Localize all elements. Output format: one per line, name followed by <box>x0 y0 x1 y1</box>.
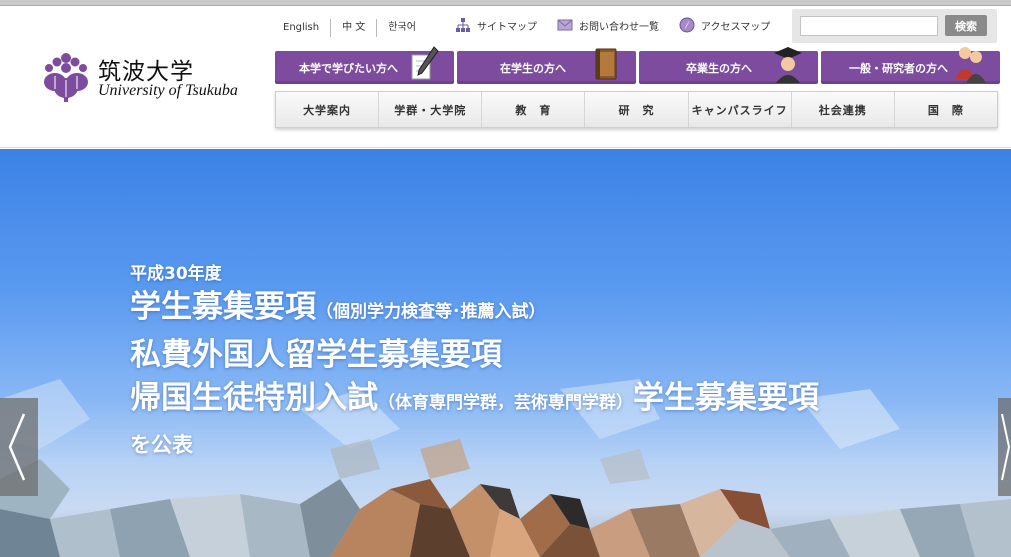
access-map-label: アクセスマップ <box>701 21 771 33</box>
lang-chinese-link[interactable]: 中 文 <box>331 19 378 37</box>
nav-campus-life[interactable]: キャンパスライフ <box>689 92 792 127</box>
current-students-label: 在学生の方へ <box>500 61 566 75</box>
hero-line-3-main: 帰国生徒特別入試 <box>130 380 378 416</box>
search-box: 検索 <box>792 9 997 43</box>
slider-prev-button[interactable] <box>0 398 38 496</box>
compass-icon <box>679 17 695 33</box>
language-links: English 中 文 한국어 <box>272 18 427 38</box>
general-researchers-label: 一般・研究者の方へ <box>849 61 948 75</box>
current-students-button[interactable]: 在学生の方へ <box>457 48 636 84</box>
prospective-students-label: 本学で学びたい方へ <box>299 61 398 75</box>
hero-line-1-main: 学生募集要項 <box>130 289 316 325</box>
prospective-students-button[interactable]: 本学で学びたい方へ <box>275 46 454 84</box>
hero-line-3-note: （体育専門学群，芸術専門学群） <box>378 393 633 413</box>
graduate-icon <box>772 43 804 83</box>
university-logo[interactable]: 筑波大学 University of Tsukuba <box>40 50 250 110</box>
chevron-left-icon <box>8 413 26 481</box>
people-icon <box>954 43 986 83</box>
utility-links: サイトマップ お問い合わせ一覧 アクセスマップ <box>455 17 790 33</box>
nav-international[interactable]: 国 際 <box>895 92 997 127</box>
hero-announcement[interactable]: 平成30年度 学生募集要項（個別学力検査等･推薦入試） 私費外国人留学生募集要項… <box>130 259 819 459</box>
alumni-label: 卒業生の方へ <box>686 61 752 75</box>
slider-next-button[interactable] <box>998 398 1011 496</box>
search-input[interactable] <box>800 16 938 36</box>
site-header: 筑波大学 University of Tsukuba English 中 文 한… <box>0 6 1011 148</box>
main-navigation: 大学案内 学群・大学院 教 育 研 究 キャンパスライフ 社会連携 国 際 <box>275 91 998 128</box>
hero-line-3-tail: 学生募集要項 <box>633 380 819 416</box>
audience-buttons: 本学で学びたい方へ 在学生の方へ 卒業生の方へ 一般・研究者の方へ <box>275 46 1000 84</box>
lang-english-link[interactable]: English <box>272 19 332 37</box>
logo-english-name: University of Tsukuba <box>98 82 238 99</box>
sitemap-link[interactable]: サイトマップ <box>455 17 537 33</box>
book-icon <box>590 43 622 83</box>
hero-line-3: 帰国生徒特別入試（体育専門学群，芸術専門学群）学生募集要項 <box>130 377 819 425</box>
search-button[interactable]: 検索 <box>945 15 987 36</box>
nav-community[interactable]: 社会連携 <box>792 92 895 127</box>
hero-banner[interactable]: 平成30年度 学生募集要項（個別学力検査等･推薦入試） 私費外国人留学生募集要項… <box>0 149 1011 557</box>
nav-education[interactable]: 教 育 <box>482 92 586 127</box>
access-map-link[interactable]: アクセスマップ <box>679 17 770 33</box>
mail-icon <box>557 19 573 31</box>
lang-korean-link[interactable]: 한국어 <box>377 19 427 37</box>
pen-icon <box>408 43 440 83</box>
logo-japanese-name: 筑波大学 <box>98 59 194 85</box>
hero-year: 平成30年度 <box>130 264 222 284</box>
chevron-right-icon <box>1001 413 1011 481</box>
contact-link[interactable]: お問い合わせ一覧 <box>557 17 659 33</box>
nav-colleges-graduate-schools[interactable]: 学群・大学院 <box>379 92 483 127</box>
sitemap-icon <box>456 18 470 32</box>
hero-line-4: を公表 <box>130 433 193 457</box>
sitemap-label: サイトマップ <box>477 21 537 33</box>
paulownia-crest-icon <box>44 53 88 102</box>
alumni-button[interactable]: 卒業生の方へ <box>639 47 818 84</box>
nav-research[interactable]: 研 究 <box>585 92 689 127</box>
hero-line-1: 学生募集要項（個別学力検査等･推薦入試） <box>130 286 819 334</box>
contact-label: お問い合わせ一覧 <box>579 21 659 33</box>
hero-line-2: 私費外国人留学生募集要項 <box>130 337 502 373</box>
nav-about[interactable]: 大学案内 <box>276 92 380 127</box>
general-researchers-button[interactable]: 一般・研究者の方へ <box>821 47 1000 84</box>
hero-line-1-note: （個別学力検査等･推薦入試） <box>316 302 546 322</box>
